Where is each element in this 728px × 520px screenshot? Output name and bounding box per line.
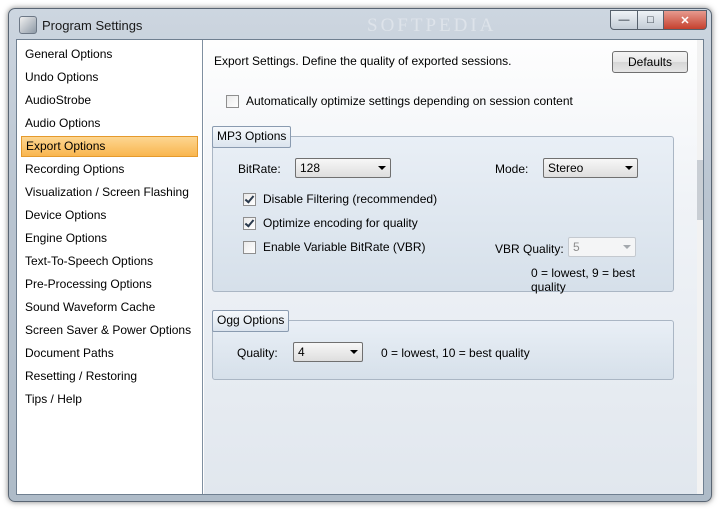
vbr-quality-label: VBR Quality:	[495, 242, 564, 256]
program-settings-window: Program Settings SOFTPEDIA — □ ✕ General…	[8, 8, 712, 502]
panel-scrollbar[interactable]	[697, 40, 703, 494]
vbr-label: Enable Variable BitRate (VBR)	[263, 240, 426, 254]
vbr-row[interactable]: Enable Variable BitRate (VBR)	[243, 240, 426, 254]
auto-optimize-row[interactable]: Automatically optimize settings dependin…	[226, 94, 573, 108]
sidebar-item-document-paths[interactable]: Document Paths	[21, 343, 198, 364]
mp3-options-legend: MP3 Options	[212, 126, 292, 148]
mp3-options-group: MP3 Options BitRate: 128 Mode: Stereo Di…	[212, 126, 674, 294]
auto-optimize-label: Automatically optimize settings dependin…	[246, 94, 573, 108]
optimize-encoding-label: Optimize encoding for quality	[263, 216, 418, 230]
disable-filtering-label: Disable Filtering (recommended)	[263, 192, 438, 206]
sidebar-item-text-to-speech[interactable]: Text-To-Speech Options	[21, 251, 198, 272]
sidebar-item-recording-options[interactable]: Recording Options	[21, 159, 198, 180]
sidebar-item-device-options[interactable]: Device Options	[21, 205, 198, 226]
minimize-button[interactable]: —	[610, 10, 638, 30]
scrollbar-thumb[interactable]	[697, 160, 703, 220]
vbr-checkbox[interactable]	[243, 240, 256, 254]
disable-filtering-checkbox[interactable]	[243, 192, 256, 206]
disable-filtering-row[interactable]: Disable Filtering (recommended)	[243, 192, 437, 206]
export-options-panel: Export Settings. Define the quality of e…	[204, 40, 703, 494]
sidebar-item-general-options[interactable]: General Options	[21, 44, 198, 65]
maximize-button[interactable]: □	[638, 10, 664, 30]
window-controls: — □ ✕	[610, 10, 707, 30]
vbr-quality-value: 5	[573, 240, 580, 254]
sidebar-item-export-options[interactable]: Export Options	[21, 136, 198, 157]
watermark: SOFTPEDIA	[367, 15, 497, 36]
optimize-encoding-row[interactable]: Optimize encoding for quality	[243, 216, 418, 230]
title-bar[interactable]: Program Settings SOFTPEDIA — □ ✕	[9, 9, 711, 41]
window-title: Program Settings	[42, 18, 143, 33]
mode-select[interactable]: Stereo	[543, 158, 638, 178]
sidebar-item-screen-saver[interactable]: Screen Saver & Power Options	[21, 320, 198, 341]
ogg-quality-value: 4	[298, 345, 305, 359]
bitrate-select[interactable]: 128	[295, 158, 391, 178]
ogg-quality-select[interactable]: 4	[293, 342, 363, 362]
sidebar-item-resetting-restoring[interactable]: Resetting / Restoring	[21, 366, 198, 387]
panel-description: Export Settings. Define the quality of e…	[214, 54, 512, 68]
bitrate-value: 128	[300, 161, 321, 175]
options-sidebar: General Options Undo Options AudioStrobe…	[17, 40, 203, 494]
sidebar-item-engine-options[interactable]: Engine Options	[21, 228, 198, 249]
vbr-quality-select[interactable]: 5	[568, 237, 636, 257]
vbr-quality-note: 0 = lowest, 9 = best quality	[531, 266, 636, 294]
sidebar-item-undo-options[interactable]: Undo Options	[21, 67, 198, 88]
bitrate-label: BitRate:	[238, 162, 281, 176]
mode-value: Stereo	[548, 161, 584, 175]
chevron-down-icon	[350, 350, 358, 354]
auto-optimize-checkbox[interactable]	[226, 94, 239, 108]
sidebar-item-audiostrobe[interactable]: AudioStrobe	[21, 90, 198, 111]
chevron-down-icon	[625, 166, 633, 170]
sidebar-item-tips-help[interactable]: Tips / Help	[21, 389, 198, 410]
app-icon	[19, 16, 37, 34]
sidebar-item-audio-options[interactable]: Audio Options	[21, 113, 198, 134]
close-button[interactable]: ✕	[664, 10, 707, 30]
chevron-down-icon	[623, 245, 631, 249]
sidebar-item-waveform-cache[interactable]: Sound Waveform Cache	[21, 297, 198, 318]
optimize-encoding-checkbox[interactable]	[243, 216, 256, 230]
mode-label: Mode:	[495, 162, 529, 176]
settings-client-area: General Options Undo Options AudioStrobe…	[16, 39, 704, 495]
ogg-quality-label: Quality:	[237, 346, 278, 360]
defaults-button[interactable]: Defaults	[612, 51, 688, 73]
chevron-down-icon	[378, 166, 386, 170]
ogg-options-group: Ogg Options Quality: 4 0 = lowest, 10 = …	[212, 310, 674, 380]
ogg-quality-note: 0 = lowest, 10 = best quality	[381, 346, 530, 360]
sidebar-item-visualization[interactable]: Visualization / Screen Flashing	[21, 182, 198, 203]
sidebar-item-pre-processing[interactable]: Pre-Processing Options	[21, 274, 198, 295]
ogg-options-legend: Ogg Options	[212, 310, 290, 332]
